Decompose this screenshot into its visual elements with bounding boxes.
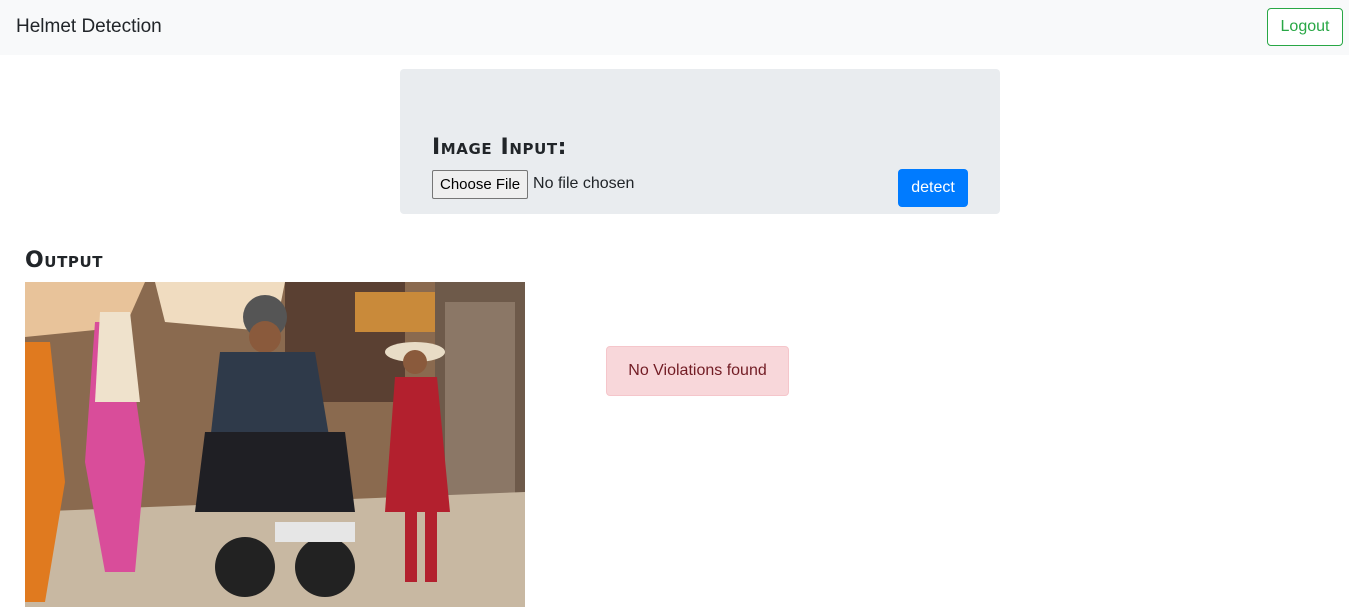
image-input-heading: Image Input:	[432, 135, 568, 160]
file-status-text: No file chosen	[533, 175, 635, 192]
choose-file-button[interactable]: Choose File	[432, 169, 529, 199]
street-photo-icon	[25, 282, 525, 607]
navbar: Helmet Detection Logout	[0, 0, 1349, 55]
file-input[interactable]: Choose File No file chosen	[432, 169, 634, 199]
detect-button[interactable]: detect	[898, 169, 968, 207]
logout-button[interactable]: Logout	[1267, 8, 1343, 46]
output-heading: Output	[25, 248, 104, 273]
no-violations-alert: No Violations found	[606, 346, 789, 396]
brand-title[interactable]: Helmet Detection	[16, 16, 162, 38]
output-image	[25, 282, 525, 607]
image-input-panel: Image Input: Choose File No file chosen …	[400, 69, 1000, 214]
